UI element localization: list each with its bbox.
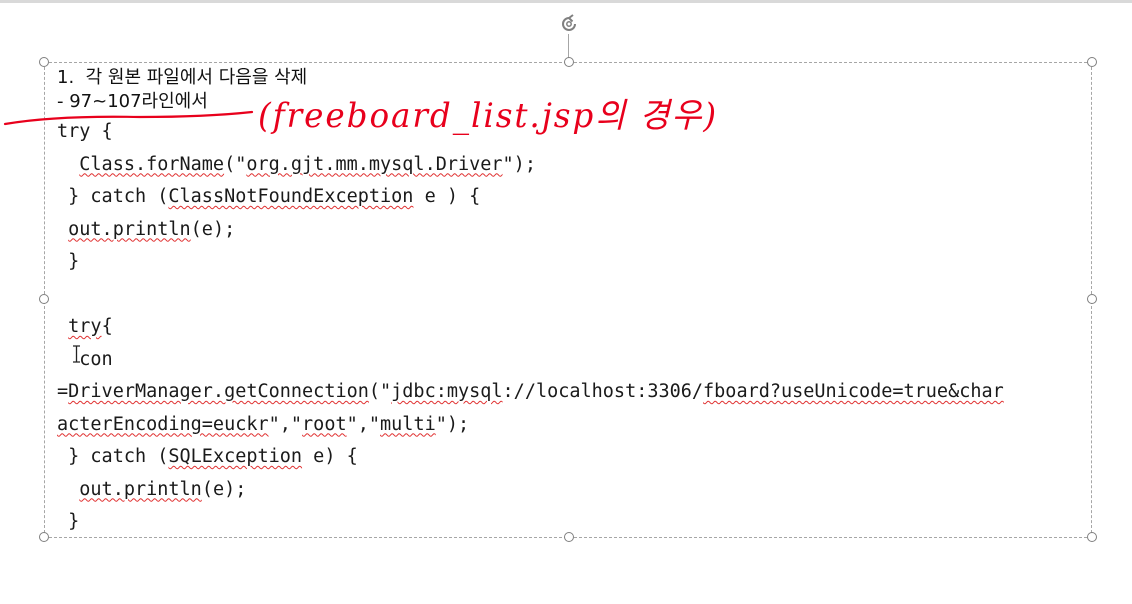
code-line: out.println(e); bbox=[68, 218, 236, 240]
code-line: } catch (SQLException e) { bbox=[57, 446, 358, 467]
resize-handle-bottom-right[interactable] bbox=[1087, 532, 1097, 542]
text-box-content[interactable]: 1. 각 원본 파일에서 다음을 삭제 - 97~107라인에서 try { C… bbox=[57, 66, 1085, 539]
code-line: try{ bbox=[68, 316, 113, 337]
instruction-heading: 1. 각 원본 파일에서 다음을 삭제 bbox=[57, 67, 308, 88]
code-line: =DriverManager.getConnection("jdbc:mysql… bbox=[57, 381, 1004, 402]
resize-handle-top-left[interactable] bbox=[39, 57, 49, 67]
code-line: } catch (ClassNotFoundException e ) { bbox=[57, 186, 481, 207]
code-line: } bbox=[57, 251, 80, 272]
code-line: } bbox=[57, 511, 80, 532]
resize-handle-top-right[interactable] bbox=[1087, 57, 1097, 67]
line-range-note: - 97~107라인에서 bbox=[57, 91, 208, 112]
rotate-handle-stem bbox=[568, 34, 569, 58]
ruler-top-edge bbox=[0, 0, 1132, 3]
code-line: try { bbox=[57, 121, 113, 142]
resize-handle-right[interactable] bbox=[1087, 294, 1097, 304]
code-line: acterEncoding=euckr","root","multi"); bbox=[57, 413, 470, 435]
code-line: con bbox=[57, 348, 113, 370]
code-line: out.println(e); bbox=[79, 478, 247, 500]
rotate-handle-icon[interactable] bbox=[557, 12, 581, 36]
text-cursor-icon bbox=[73, 345, 80, 363]
code-line: Class.forName("org.gjt.mm.mysql.Driver")… bbox=[79, 153, 536, 175]
resize-handle-left[interactable] bbox=[39, 294, 49, 304]
resize-handle-bottom-left[interactable] bbox=[39, 532, 49, 542]
